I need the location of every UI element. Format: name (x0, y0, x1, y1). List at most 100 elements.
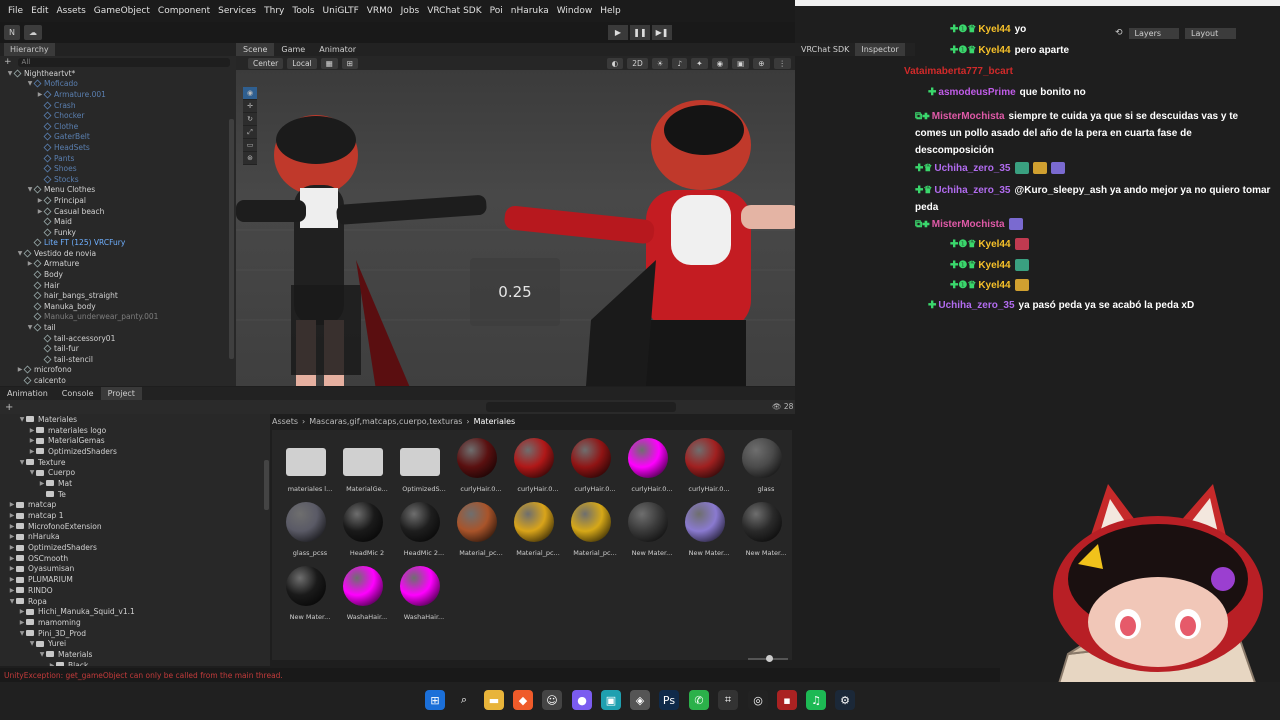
project-folder-row[interactable]: ▶ Black (0, 660, 270, 666)
chat-username[interactable]: Uchiha_zero_35 (934, 163, 1010, 174)
chat-username[interactable]: asmodeusPrime (938, 87, 1015, 98)
account-button[interactable]: N (4, 25, 20, 40)
expand-arrow-icon[interactable]: ▶ (16, 366, 24, 373)
obs-icon[interactable]: ◎ (748, 690, 768, 710)
expand-arrow-icon[interactable]: ▼ (26, 186, 34, 193)
visual-studio-icon[interactable]: ⌗ (718, 690, 738, 710)
hierarchy-row[interactable]: Stocks (0, 174, 236, 185)
chat-username[interactable]: MisterMochista (932, 111, 1005, 122)
photoshop-icon[interactable]: Ps (659, 690, 679, 710)
hierarchy-row[interactable]: ▶ Casual beach (0, 206, 236, 217)
expand-arrow-icon[interactable]: ▶ (18, 619, 26, 626)
expand-arrow-icon[interactable]: ▼ (28, 469, 36, 476)
breadcrumb-item[interactable]: Materiales (474, 417, 516, 426)
project-folder-row[interactable]: ▼ Cuerpo (0, 467, 270, 478)
project-folder-row[interactable]: ▼ Ropa (0, 596, 270, 607)
tab-game[interactable]: Game (274, 43, 312, 56)
expand-arrow-icon[interactable]: ▶ (8, 523, 16, 530)
asset-material[interactable]: curlyHair.0... (679, 434, 731, 496)
hierarchy-row[interactable]: ▼ Moficado (0, 79, 236, 90)
expand-arrow-icon[interactable]: ▶ (26, 260, 34, 267)
project-folder-row[interactable]: ▶ MicrofonoExtension (0, 521, 270, 532)
breadcrumb-item[interactable]: Mascaras,gif,matcaps,cuerpo,texturas (309, 417, 462, 426)
project-folder-row[interactable]: ▶ Oyasumisan (0, 564, 270, 575)
tab-hierarchy[interactable]: Hierarchy (4, 43, 55, 56)
hierarchy-row[interactable]: tail-accessory01 (0, 333, 236, 344)
hierarchy-row[interactable]: Manuka_underwear_panty.001 (0, 312, 236, 323)
tab-vrchat-sdk[interactable]: VRChat SDK (795, 43, 855, 56)
expand-arrow-icon[interactable]: ▼ (18, 459, 26, 466)
project-folder-row[interactable]: Te (0, 489, 270, 500)
project-folder-row[interactable]: ▶ RINDO (0, 585, 270, 596)
lighting-icon[interactable]: ☀ (651, 57, 669, 69)
space-dropdown[interactable]: Local (287, 57, 317, 69)
expand-arrow-icon[interactable]: ▶ (38, 480, 46, 487)
menu-item-edit[interactable]: Edit (27, 6, 52, 16)
project-folder-row[interactable]: ▶ mamoming (0, 617, 270, 628)
project-add-icon[interactable]: + (5, 402, 13, 413)
project-folder-row[interactable]: ▼ Materials (0, 649, 270, 660)
hierarchy-row[interactable]: HeadSets (0, 142, 236, 153)
expand-arrow-icon[interactable]: ▶ (28, 427, 36, 434)
discord-icon[interactable]: ● (572, 690, 592, 710)
menu-item-help[interactable]: Help (596, 6, 625, 16)
asset-material[interactable]: New Mater... (280, 562, 332, 624)
capture-icon[interactable]: ▣ (601, 690, 621, 710)
gizmos-icon[interactable]: ⊕ (753, 57, 770, 69)
hierarchy-row[interactable]: ▼ tail (0, 322, 236, 333)
menu-item-services[interactable]: Services (214, 6, 260, 16)
hierarchy-scrollbar[interactable] (229, 119, 234, 359)
add-icon[interactable]: + (4, 57, 12, 67)
whatsapp-icon[interactable]: ✆ (689, 690, 709, 710)
steam-icon[interactable]: ⚙ (835, 690, 855, 710)
hierarchy-row[interactable]: Manuka_body (0, 301, 236, 312)
menu-item-jobs[interactable]: Jobs (397, 6, 424, 16)
hierarchy-row[interactable]: hair_bangs_straight (0, 290, 236, 301)
chat-username[interactable]: Uchiha_zero_35 (934, 185, 1010, 196)
asset-material[interactable]: glass (736, 434, 788, 496)
hierarchy-row[interactable]: Crash (0, 100, 236, 111)
project-folder-row[interactable]: ▼ Yurei (0, 638, 270, 649)
more-icon[interactable]: ⋮ (773, 57, 791, 69)
menu-item-component[interactable]: Component (154, 6, 214, 16)
grid-icon[interactable]: ▦ (320, 57, 338, 69)
menu-item-assets[interactable]: Assets (53, 6, 90, 16)
tab-console[interactable]: Console (55, 387, 101, 400)
hierarchy-row[interactable]: ▶ Principal (0, 195, 236, 206)
menu-item-poi[interactable]: Poi (486, 6, 507, 16)
expand-arrow-icon[interactable]: ▶ (28, 448, 36, 455)
tab-scene[interactable]: Scene (236, 43, 275, 56)
project-folder-row[interactable]: ▶ OptimizedShaders (0, 446, 270, 457)
asset-material[interactable]: curlyHair.0... (622, 434, 674, 496)
project-folder-row[interactable]: ▶ matcap (0, 500, 270, 511)
zoom-slider-knob[interactable] (766, 655, 773, 662)
asset-material[interactable]: curlyHair.0... (508, 434, 560, 496)
render-mode-icon[interactable]: ◐ (606, 57, 624, 69)
chat-username[interactable]: Uchiha_zero_35 (938, 300, 1014, 311)
hierarchy-row[interactable]: Body (0, 269, 236, 280)
expand-arrow-icon[interactable]: ▼ (18, 630, 26, 637)
menu-item-nharuka[interactable]: nHaruka (507, 6, 553, 16)
menu-item-window[interactable]: Window (553, 6, 597, 16)
expand-arrow-icon[interactable]: ▼ (38, 651, 46, 658)
menu-item-vrm0[interactable]: VRM0 (363, 6, 397, 16)
menu-item-unigltf[interactable]: UniGLTF (319, 6, 363, 16)
hierarchy-search-input[interactable]: All (17, 57, 230, 67)
asset-material[interactable]: curlyHair.0... (451, 434, 503, 496)
hierarchy-row[interactable]: Hair (0, 280, 236, 291)
audio-icon[interactable]: ♪ (672, 57, 688, 69)
asset-material[interactable]: WashaHair... (394, 562, 446, 624)
project-folder-row[interactable]: ▼ Materiales (0, 414, 270, 425)
asset-material[interactable]: Material_pc... (451, 498, 503, 560)
project-search-input[interactable] (486, 402, 676, 412)
step-button[interactable]: ▶❚ (652, 25, 672, 40)
project-folder-row[interactable]: ▶ matcap 1 (0, 510, 270, 521)
breadcrumb-item[interactable]: Assets (272, 417, 298, 426)
project-folder-row[interactable]: ▶ PLUMARIUM (0, 574, 270, 585)
asset-folder[interactable]: OptimizedS... (394, 434, 446, 496)
unity-icon[interactable]: ◈ (630, 690, 650, 710)
asset-folder[interactable]: MaterialGe... (337, 434, 389, 496)
scale-tool-icon[interactable]: ⤢ (243, 126, 257, 139)
project-folder-row[interactable]: ▶ Hichi_Manuka_Squid_v1.1 (0, 606, 270, 617)
hierarchy-row[interactable]: ▶ Armature (0, 259, 236, 270)
